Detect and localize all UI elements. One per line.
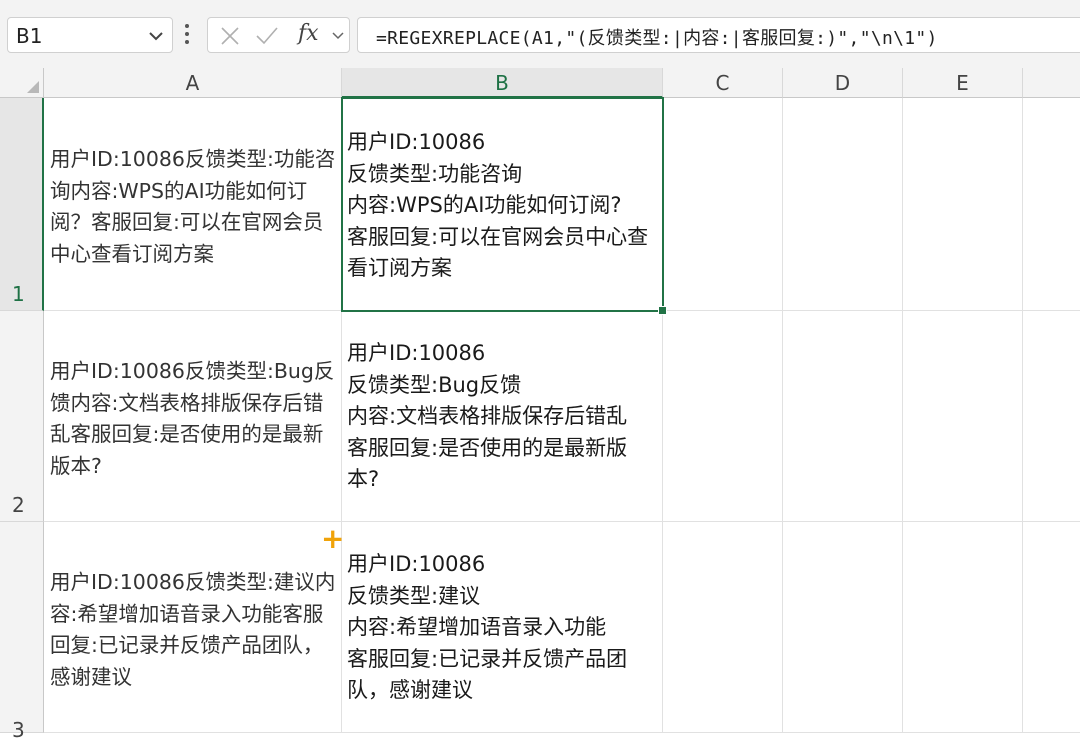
chevron-down-icon[interactable] xyxy=(330,28,346,44)
row-header-3[interactable]: 3 xyxy=(0,522,44,742)
cell-e3[interactable] xyxy=(903,522,1023,733)
cell-f3[interactable] xyxy=(1023,522,1080,733)
select-all-corner[interactable] xyxy=(0,68,44,98)
cell-a1[interactable]: 用户ID:10086反馈类型:功能咨询内容:WPS的AI功能如何订阅？客服回复:… xyxy=(44,98,342,311)
formula-input[interactable]: =REGEXREPLACE(A1,"(反馈类型:|内容:|客服回复:)","\n… xyxy=(357,17,1080,53)
column-header-b[interactable]: B xyxy=(342,68,663,98)
column-header-d[interactable]: D xyxy=(783,68,903,98)
fill-cursor-icon: + xyxy=(321,522,345,555)
formula-controls: fx xyxy=(207,17,350,53)
cancel-x-icon[interactable] xyxy=(218,24,242,48)
cell-f2[interactable] xyxy=(1023,311,1080,522)
cell-d1[interactable] xyxy=(783,98,903,311)
row-header-1[interactable]: 1 xyxy=(0,98,44,311)
formula-bar-area: B1 fx =REGEXREPLACE(A1,"(反馈类型:|内容:|客服回复:… xyxy=(0,0,1080,68)
cell-b3[interactable]: 用户ID:10086 反馈类型:建议 内容:希望增加语音录入功能 客服回复:已记… xyxy=(342,522,663,733)
cell-d2[interactable] xyxy=(783,311,903,522)
fill-handle[interactable] xyxy=(658,306,667,315)
insert-function-button[interactable]: fx xyxy=(298,21,319,46)
cell-b1[interactable]: 用户ID:10086 反馈类型:功能咨询 内容:WPS的AI功能如何订阅? 客服… xyxy=(342,98,663,311)
cell-c1[interactable] xyxy=(663,98,783,311)
column-header-a[interactable]: A xyxy=(44,68,342,98)
name-box[interactable]: B1 xyxy=(7,17,173,53)
more-options-icon[interactable] xyxy=(183,22,191,48)
cell-e2[interactable] xyxy=(903,311,1023,522)
name-box-value: B1 xyxy=(16,24,43,48)
column-header-c[interactable]: C xyxy=(663,68,783,98)
cell-b2[interactable]: 用户ID:10086 反馈类型:Bug反馈 内容:文档表格排版保存后错乱 客服回… xyxy=(342,311,663,522)
chevron-down-icon[interactable] xyxy=(146,26,166,46)
cell-a3[interactable]: 用户ID:10086反馈类型:建议内容:希望增加语音录入功能客服回复:已记录并反… xyxy=(44,522,342,733)
formula-text: =REGEXREPLACE(A1,"(反馈类型:|内容:|客服回复:)","\n… xyxy=(376,28,938,49)
cell-c3[interactable] xyxy=(663,522,783,733)
row-header-2[interactable]: 2 xyxy=(0,311,44,522)
cell-f1[interactable] xyxy=(1023,98,1080,311)
cell-e1[interactable] xyxy=(903,98,1023,311)
cell-c2[interactable] xyxy=(663,311,783,522)
cell-a2[interactable]: 用户ID:10086反馈类型:Bug反馈内容:文档表格排版保存后错乱客服回复:是… xyxy=(44,311,342,522)
confirm-check-icon[interactable] xyxy=(254,24,280,48)
cell-d3[interactable] xyxy=(783,522,903,733)
column-header-e[interactable]: E xyxy=(903,68,1023,98)
column-header-f[interactable] xyxy=(1023,68,1080,98)
